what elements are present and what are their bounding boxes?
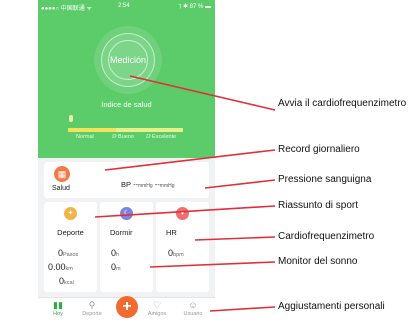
callout-start-text: Avvia il cardiofrequenzimetro <box>278 98 407 109</box>
callout-lines <box>94 75 276 312</box>
callout-line-settings <box>209 306 276 312</box>
callout-settings: Aggiustamenti personali <box>278 301 385 312</box>
callout-line-record <box>104 149 276 171</box>
callout-line-sleep <box>149 261 276 268</box>
callout-record: Record giornaliero <box>278 144 360 155</box>
callout-hr: Cardiofrequenzimetro <box>278 231 375 242</box>
callout-sleep: Monitor del sonno <box>278 256 358 267</box>
callout-pressure: Pressione sanguigna <box>278 174 372 185</box>
callout-line-hr <box>194 236 276 241</box>
callout-line-pressure <box>204 179 276 189</box>
callout-start-hr: Avvia il cardiofrequenzimetro <box>278 98 408 110</box>
callout-line-sport <box>94 205 276 218</box>
callout-sport: Riassunto di sport <box>278 200 359 211</box>
callout-line-start <box>129 75 276 111</box>
